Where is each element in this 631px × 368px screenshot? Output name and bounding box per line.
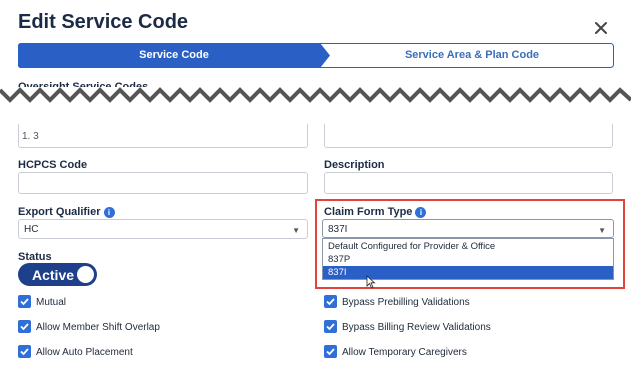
status-toggle-text: Active bbox=[32, 267, 75, 283]
torn-edge bbox=[0, 87, 631, 104]
dialog-title: Edit Service Code bbox=[18, 11, 189, 33]
partial-field-value: 1. 3 bbox=[22, 131, 39, 142]
export-qualifier-select[interactable]: HC ▼ bbox=[18, 219, 308, 239]
bypass-billing-review-validations-checkbox[interactable] bbox=[324, 320, 337, 333]
description-label: Description bbox=[324, 159, 385, 171]
description-input[interactable] bbox=[324, 172, 613, 194]
partial-field-left[interactable] bbox=[18, 124, 308, 148]
allow-auto-placement-label: Allow Auto Placement bbox=[36, 347, 133, 358]
info-icon[interactable]: i bbox=[103, 207, 115, 218]
claim-form-type-options: Default Configured for Provider & Office… bbox=[322, 238, 614, 280]
status-label: Status bbox=[18, 251, 52, 263]
claim-form-type-label-text: Claim Form Type bbox=[324, 206, 413, 218]
info-icon[interactable]: i bbox=[415, 207, 427, 218]
allow-temporary-caregivers-checkbox[interactable] bbox=[324, 345, 337, 358]
allow-member-shift-overlap-checkbox[interactable] bbox=[18, 320, 31, 333]
allow-member-shift-overlap-label: Allow Member Shift Overlap bbox=[36, 322, 160, 333]
bypass-billing-review-validations-label: Bypass Billing Review Validations bbox=[342, 322, 491, 333]
mutual-label: Mutual bbox=[36, 297, 67, 308]
export-qualifier-label-text: Export Qualifier bbox=[18, 206, 101, 218]
chevron-down-icon: ▼ bbox=[292, 226, 300, 235]
claim-form-type-label: Claim Form Type i bbox=[324, 206, 427, 218]
bypass-prebilling-validations-label: Bypass Prebilling Validations bbox=[342, 297, 470, 308]
option-default-configured[interactable]: Default Configured for Provider & Office bbox=[323, 240, 613, 253]
claim-form-type-value: 837I bbox=[328, 224, 348, 235]
step-service-code[interactable]: Service Code bbox=[18, 49, 330, 61]
partial-field-right[interactable] bbox=[324, 124, 613, 148]
wizard-steps: Service Code Service Area & Plan Code bbox=[18, 43, 614, 68]
claim-form-type-select[interactable]: 837I ▼ bbox=[322, 219, 614, 238]
export-qualifier-label: Export Qualifier i bbox=[18, 206, 115, 218]
chevron-down-icon: ▼ bbox=[598, 226, 606, 235]
hcpcs-label: HCPCS Code bbox=[18, 159, 88, 171]
close-icon[interactable] bbox=[593, 20, 609, 36]
hcpcs-input[interactable] bbox=[18, 172, 308, 194]
toggle-knob bbox=[77, 266, 94, 283]
mouse-cursor-icon bbox=[366, 275, 376, 289]
bypass-prebilling-validations-checkbox[interactable] bbox=[324, 295, 337, 308]
step-service-area-plan-code[interactable]: Service Area & Plan Code bbox=[330, 49, 614, 61]
export-qualifier-value: HC bbox=[24, 224, 39, 235]
allow-temporary-caregivers-label: Allow Temporary Caregivers bbox=[342, 347, 467, 358]
mutual-checkbox[interactable] bbox=[18, 295, 31, 308]
option-837p[interactable]: 837P bbox=[323, 253, 613, 266]
allow-auto-placement-checkbox[interactable] bbox=[18, 345, 31, 358]
status-toggle[interactable]: Active bbox=[18, 263, 97, 286]
